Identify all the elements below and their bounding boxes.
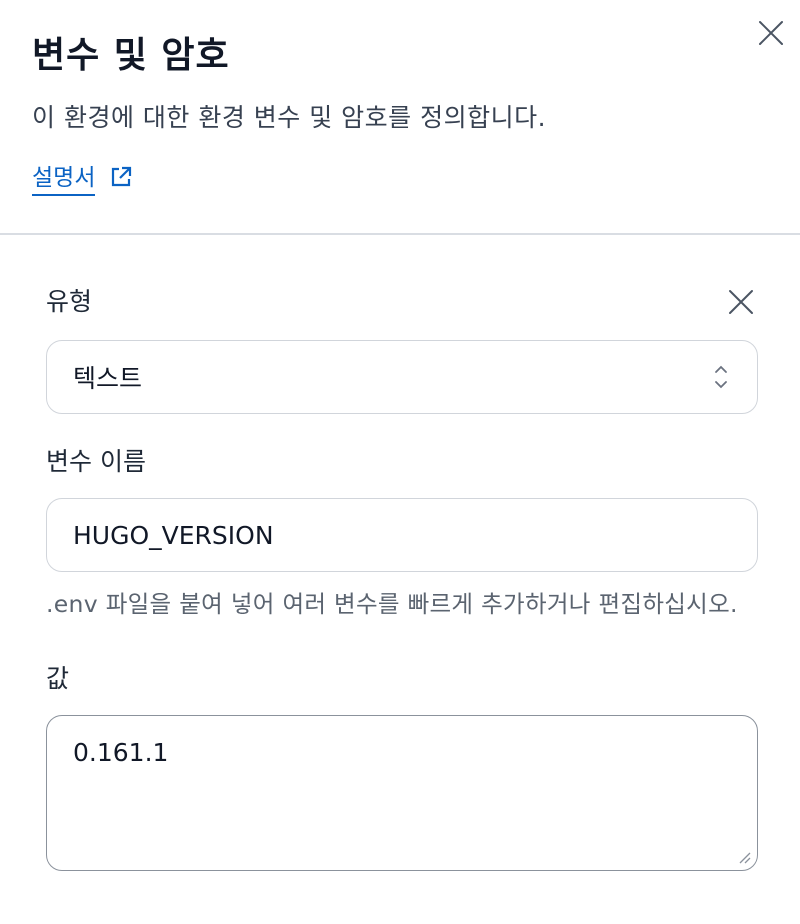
close-panel-button[interactable]: [756, 18, 786, 48]
external-link-icon: [109, 165, 133, 189]
type-label: 유형: [46, 287, 93, 316]
panel-subtitle: 이 환경에 대한 환경 변수 및 암호를 정의합니다.: [32, 103, 547, 132]
close-icon: [729, 290, 753, 314]
variable-form: 유형 텍스트 변수 이름 HUGO_VERSION .env 파일을 붙여 넣어…: [0, 234, 800, 871]
chevron-up-down-icon: [715, 365, 727, 389]
variable-name-value: HUGO_VERSION: [73, 520, 274, 550]
type-select[interactable]: 텍스트: [46, 340, 758, 414]
variable-name-label: 변수 이름: [46, 447, 146, 476]
panel-title: 변수 및 암호: [32, 35, 230, 76]
resize-handle-icon[interactable]: [737, 850, 751, 864]
documentation-link[interactable]: 설명서: [32, 158, 133, 196]
type-row: 유형: [46, 282, 758, 322]
close-icon: [759, 21, 783, 45]
variables-panel: 변수 및 암호 이 환경에 대한 환경 변수 및 암호를 정의합니다. 설명서 …: [0, 0, 800, 924]
remove-variable-button[interactable]: [724, 285, 758, 319]
panel-header: 변수 및 암호 이 환경에 대한 환경 변수 및 암호를 정의합니다. 설명서: [0, 0, 800, 234]
type-select-value: 텍스트: [73, 364, 143, 393]
variable-name-input[interactable]: HUGO_VERSION: [46, 498, 758, 572]
value-textarea-text: 0.161.1: [73, 738, 169, 767]
value-label: 값: [46, 664, 70, 693]
documentation-link-label: 설명서: [32, 158, 96, 196]
env-help-text: .env 파일을 붙여 넣어 여러 변수를 빠르게 추가하거나 편집하십시오.: [46, 590, 738, 618]
value-textarea[interactable]: 0.161.1: [46, 715, 758, 871]
